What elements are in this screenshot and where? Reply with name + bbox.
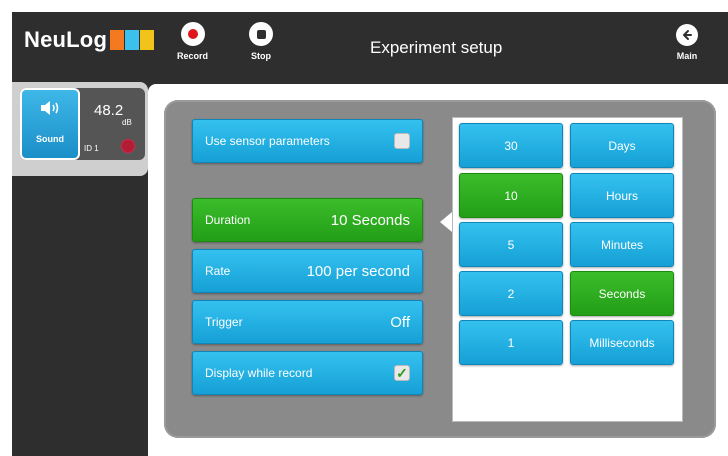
sensor-status-indicator [121,139,135,153]
rate-label: Rate [205,264,231,278]
rate-button[interactable]: Rate 100 per second [192,249,423,293]
unit-option-label: Hours [605,188,638,203]
duration-label: Duration [205,213,251,227]
trigger-value: Off [390,313,410,331]
unit-option-label: Milliseconds [589,335,655,350]
rate-value: 100 per second [306,262,410,280]
record-label: Record [177,51,209,61]
checkmark-icon: ✓ [396,365,408,381]
trigger-label: Trigger [205,315,243,329]
page-title: Experiment setup [370,38,503,57]
display-while-record-label: Display while record [205,366,313,380]
number-option-30[interactable]: 30 [459,123,563,168]
number-option-label: 2 [507,286,515,301]
logo-blocks-icon [110,30,155,50]
unit-option-minutes[interactable]: Minutes [570,222,674,267]
number-option-label: 5 [507,237,515,252]
sensor-name: Sound [36,134,64,144]
speaker-icon [40,100,62,119]
record-icon [180,22,205,46]
unit-option-seconds[interactable]: Seconds [570,271,674,316]
unit-option-label: Days [608,138,636,153]
stop-label: Stop [251,51,271,61]
duration-value: 10 Seconds [330,211,410,229]
stop-icon [249,22,273,46]
display-while-record-checkbox[interactable]: ✓ [394,365,410,381]
unit-option-label: Seconds [598,286,646,301]
unit-option-milliseconds[interactable]: Milliseconds [570,320,674,365]
number-option-1[interactable]: 1 [459,320,563,365]
number-option-label: 1 [507,335,515,350]
sensor-value: 48.2 [94,102,124,119]
number-option-10[interactable]: 10 [459,173,563,218]
use-sensor-parameters-checkbox[interactable] [394,133,410,149]
neulog-logo: NeuLog [24,26,155,54]
trigger-button[interactable]: Trigger Off [192,300,423,344]
number-option-label: 30 [504,138,518,153]
duration-button[interactable]: Duration 10 Seconds [192,198,423,242]
display-while-record-toggle[interactable]: Display while record ✓ [192,351,423,395]
picker-pointer [440,212,452,232]
back-arrow-icon [676,24,698,46]
main-label: Main [676,51,698,61]
number-option-5[interactable]: 5 [459,222,563,267]
record-button[interactable]: Record [177,22,208,61]
sensor-module[interactable]: Sound [20,88,80,160]
top-bar: NeuLog Record Stop Experiment setup Main [12,12,728,82]
number-option-label: 10 [504,188,518,203]
sensor-card[interactable]: Sound 48.2 dB ID 1 [20,88,145,160]
stop-button[interactable]: Stop [249,22,273,61]
use-sensor-parameters-toggle[interactable]: Use sensor parameters [192,119,423,163]
logo-text: NeuLog [24,27,108,52]
sensor-unit: dB [122,118,132,127]
unit-option-label: Minutes [600,237,644,252]
left-empty-panel [12,186,148,456]
main-button[interactable]: Main [676,24,698,61]
number-option-2[interactable]: 2 [459,271,563,316]
unit-option-hours[interactable]: Hours [570,173,674,218]
sensor-id: ID 1 [84,144,99,153]
use-sensor-parameters-label: Use sensor parameters [205,134,330,148]
unit-option-days[interactable]: Days [570,123,674,168]
